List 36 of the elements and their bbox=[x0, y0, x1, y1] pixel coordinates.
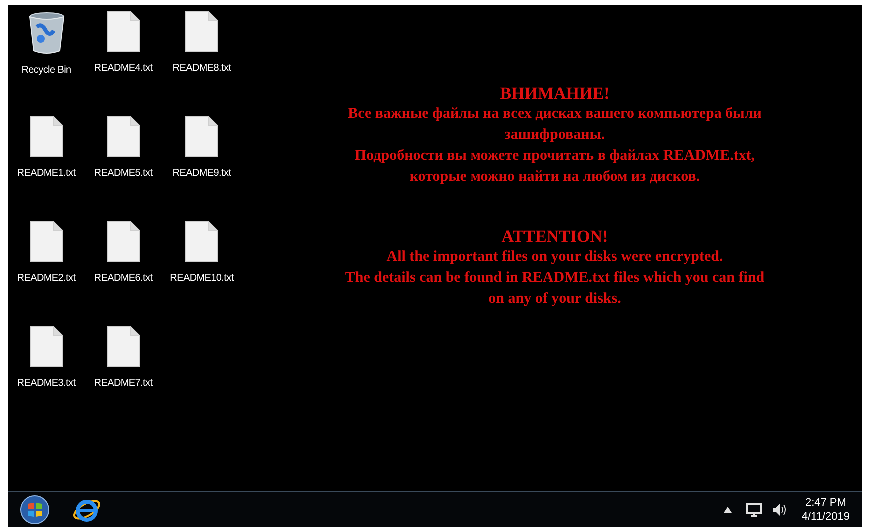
start-orb-icon[interactable] bbox=[20, 494, 50, 524]
show-hidden-icons-icon[interactable] bbox=[724, 506, 732, 512]
warning-text: The details can be found in README.txt files which you can find bbox=[345, 269, 765, 288]
clock[interactable]: 2:47 PM 4/11/2019 bbox=[802, 496, 850, 524]
text-file-icon bbox=[30, 116, 64, 158]
icon-label[interactable]: Recycle Bin bbox=[22, 63, 72, 78]
icon-label[interactable]: README2.txt bbox=[17, 271, 76, 286]
icon-label[interactable]: README4.txt bbox=[94, 61, 153, 76]
warning-text: All the important files on your disks were encrypted. bbox=[386, 248, 724, 267]
text-file-icon bbox=[106, 116, 140, 158]
warning-heading: ATTENTION! bbox=[502, 226, 608, 247]
icon-label[interactable]: README7.txt bbox=[94, 376, 153, 391]
text-file-icon bbox=[106, 11, 140, 53]
icon-label[interactable]: README8.txt bbox=[172, 61, 232, 76]
text-file-icon bbox=[185, 221, 219, 263]
icon-label[interactable]: README3.txt bbox=[17, 376, 76, 391]
warning-text: Все важные файлы на всех дисках вашего компьютера были bbox=[348, 105, 762, 124]
text-file-icon bbox=[185, 11, 219, 53]
warning-text: которые можно найти на любом из дисков. bbox=[410, 168, 700, 187]
recycle-bin-icon bbox=[28, 11, 66, 55]
warning-text: зашифрованы. bbox=[504, 126, 606, 145]
icon-label[interactable]: README5.txt bbox=[94, 166, 153, 181]
text-file-icon bbox=[30, 326, 64, 368]
icon-label[interactable]: README1.txt bbox=[17, 166, 76, 181]
warning-text: Подробности вы можете прочитать в файлах README.txt, bbox=[354, 147, 756, 166]
volume-icon[interactable] bbox=[772, 502, 788, 516]
text-file-icon bbox=[106, 326, 140, 368]
icon-label[interactable]: README6.txt bbox=[94, 271, 153, 286]
icon-label[interactable]: README9.txt bbox=[172, 166, 232, 181]
text-file-icon bbox=[185, 116, 219, 158]
warning-heading: ВНИМАНИЕ! bbox=[500, 83, 610, 104]
text-file-icon bbox=[30, 221, 64, 263]
text-file-icon bbox=[106, 221, 140, 263]
network-icon[interactable] bbox=[746, 502, 762, 516]
icon-label[interactable]: README10.txt bbox=[170, 271, 234, 286]
warning-text: on any of your disks. bbox=[488, 290, 622, 309]
